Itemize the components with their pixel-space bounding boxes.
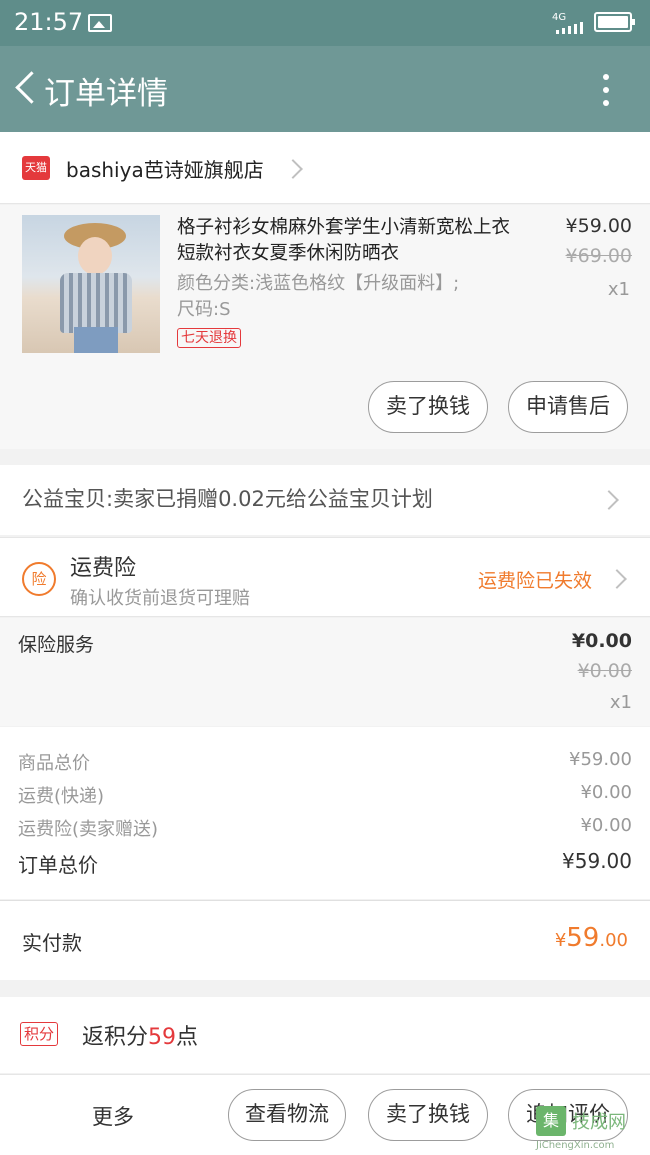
order-total-label: 订单总价 <box>18 853 98 877</box>
summary-row: 运费险(卖家赠送) ¥0.00 <box>18 815 632 841</box>
insurance-subtitle: 确认收货前退货可理赔 <box>70 588 250 609</box>
image-notification-icon <box>88 14 112 32</box>
paid-amount-row: 实付款 ¥59.00 <box>0 900 650 980</box>
product-variant: 颜色分类:浅蓝色格纹【升级面料】;尺码:S <box>177 273 460 320</box>
resell-button[interactable]: 卖了换钱 <box>368 381 488 433</box>
watermark-name: 技成网 <box>572 1112 626 1133</box>
product-quantity: x1 <box>607 279 630 300</box>
points-text: 返积分59点 <box>82 1025 199 1050</box>
insurance-status: 运费险已失效 <box>478 570 593 592</box>
tmall-icon: 天猫 <box>22 156 50 180</box>
insurance-service-item: 保险服务 ¥0.00 ¥0.00 x1 <box>0 618 650 726</box>
product-price: ¥59.00 <box>565 215 632 237</box>
order-total-value: ¥59.00 <box>562 849 632 873</box>
app-header: 订单详情 <box>0 46 650 132</box>
battery-icon <box>594 12 635 32</box>
insurance-icon: 险 <box>22 562 56 596</box>
summary-label: 运费(快递) <box>18 786 105 807</box>
back-icon[interactable] <box>10 68 40 108</box>
more-button[interactable]: 更多 <box>92 1101 134 1131</box>
product-item[interactable]: 格子衬衫女棉麻外套学生小清新宽松上衣短款衬衣女夏季休闲防晒衣 颜色分类:浅蓝色格… <box>0 205 650 449</box>
product-original-price: ¥69.00 <box>565 245 632 267</box>
summary-value: ¥0.00 <box>580 782 632 803</box>
shipping-insurance-row[interactable]: 险 运费险 确认收货前退货可理赔 运费险已失效 <box>0 537 650 617</box>
charity-row[interactable]: 公益宝贝:卖家已捐赠0.02元给公益宝贝计划 <box>0 465 650 535</box>
chevron-right-icon <box>283 159 303 179</box>
summary-label: 运费险(卖家赠送) <box>18 819 159 840</box>
service-price: ¥0.00 <box>571 630 632 652</box>
summary-value: ¥0.00 <box>580 815 632 836</box>
signal-icon <box>556 22 584 34</box>
service-original-price: ¥0.00 <box>577 660 632 682</box>
product-title[interactable]: 格子衬衫女棉麻外套学生小清新宽松上衣短款衬衣女夏季休闲防晒衣 <box>177 215 522 267</box>
watermark-logo: 集 <box>536 1106 566 1136</box>
summary-value: ¥59.00 <box>569 749 632 770</box>
summary-label: 商品总价 <box>18 753 90 774</box>
price-summary: 商品总价 ¥59.00 运费(快递) ¥0.00 运费险(卖家赠送) ¥0.00… <box>0 727 650 899</box>
paid-amount: ¥59.00 <box>554 923 628 953</box>
site-watermark: 集 技成网 JiChengXin.com <box>536 1104 650 1155</box>
order-total-row: 订单总价 ¥59.00 <box>18 849 632 878</box>
service-quantity: x1 <box>609 692 632 713</box>
points-value: 59 <box>148 1025 177 1050</box>
paid-label: 实付款 <box>22 931 82 955</box>
service-label: 保险服务 <box>18 634 95 656</box>
shop-name[interactable]: bashiya芭诗娅旗舰店 <box>66 154 264 183</box>
shop-row[interactable]: 天猫 bashiya芭诗娅旗舰店 <box>0 132 650 204</box>
view-logistics-button[interactable]: 查看物流 <box>228 1089 346 1141</box>
after-sales-button[interactable]: 申请售后 <box>508 381 628 433</box>
resell-button[interactable]: 卖了换钱 <box>368 1089 488 1141</box>
status-bar: 21:57 4G <box>0 0 650 46</box>
summary-row: 商品总价 ¥59.00 <box>18 749 632 775</box>
chevron-right-icon <box>599 490 619 510</box>
insurance-title: 运费险 <box>70 556 137 581</box>
clock: 21:57 <box>14 8 84 36</box>
more-options-icon[interactable] <box>592 70 620 110</box>
chevron-right-icon <box>607 569 627 589</box>
charity-text: 公益宝贝:卖家已捐赠0.02元给公益宝贝计划 <box>22 487 433 511</box>
watermark-url: JiChengXin.com <box>536 1140 615 1151</box>
points-icon: 积分 <box>20 1022 59 1046</box>
points-row: 积分 返积分59点 <box>0 997 650 1073</box>
summary-row: 运费(快递) ¥0.00 <box>18 782 632 808</box>
product-image[interactable] <box>22 215 160 353</box>
page-title: 订单详情 <box>44 76 168 112</box>
return-policy-badge: 七天退换 <box>177 328 241 348</box>
